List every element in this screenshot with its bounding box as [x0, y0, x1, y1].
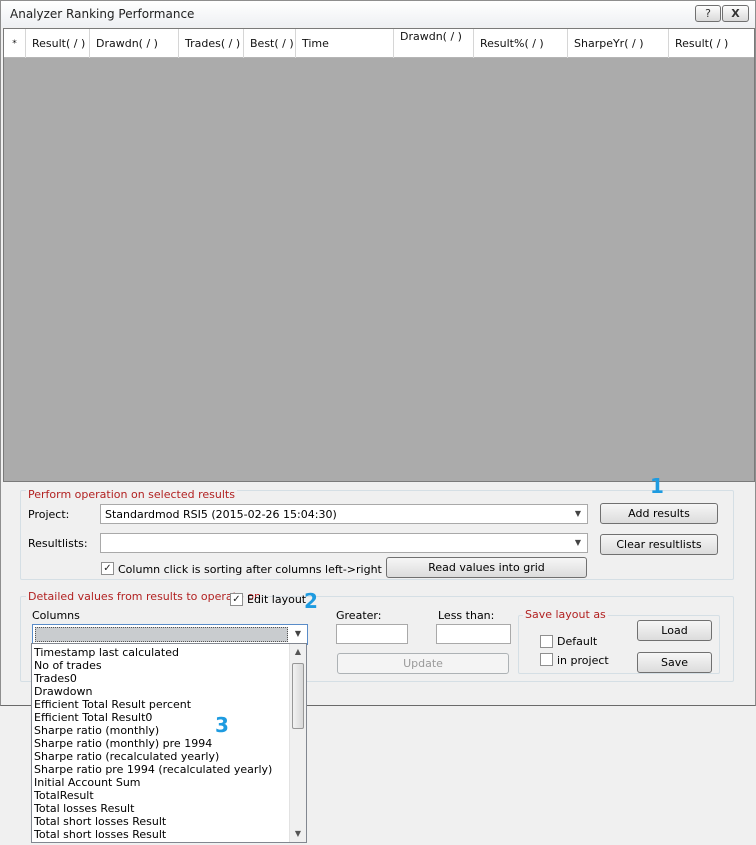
read-values-button[interactable]: Read values into grid: [386, 557, 587, 578]
scroll-up-icon[interactable]: ▲: [290, 644, 306, 660]
annotation-marker-1: 1: [650, 474, 664, 498]
analyzer-window: Analyzer Ranking Performance ? X * Resul…: [0, 0, 756, 706]
dropdown-scrollbar[interactable]: ▲ ▼: [289, 644, 306, 842]
project-label: Project:: [28, 508, 70, 521]
update-button[interactable]: Update: [337, 653, 509, 674]
project-value: Standardmod RSI5 (2015-02-26 15:04:30): [105, 508, 337, 521]
column-header-time[interactable]: Time: [296, 29, 394, 58]
dropdown-item[interactable]: Sharpe ratio (monthly): [34, 724, 159, 737]
save-layout-legend: Save layout as: [523, 608, 608, 621]
edit-layout-label: Edit layout: [247, 593, 307, 606]
dropdown-item[interactable]: No of trades: [34, 659, 102, 672]
greater-input[interactable]: [336, 624, 408, 644]
dropdown-item[interactable]: Sharpe ratio (recalculated yearly): [34, 750, 219, 763]
greater-label: Greater:: [336, 609, 382, 622]
chevron-down-icon[interactable]: ▼: [571, 507, 585, 521]
dropdown-item[interactable]: Efficient Total Result0: [34, 711, 152, 724]
column-header-best[interactable]: Best( / ): [244, 29, 296, 58]
column-header-sharpe-yr[interactable]: SharpeYr( / ): [568, 29, 669, 58]
column-header-result-2[interactable]: Result( / ): [669, 29, 754, 58]
default-checkbox[interactable]: [540, 635, 553, 648]
default-label: Default: [557, 635, 598, 648]
window-title: Analyzer Ranking Performance: [10, 7, 195, 21]
sort-checkbox-label: Column click is sorting after columns le…: [118, 563, 382, 576]
dropdown-item[interactable]: Sharpe ratio pre 1994 (recalculated year…: [34, 763, 272, 776]
column-header-result-percent[interactable]: Result%( / ): [474, 29, 568, 58]
dropdown-item[interactable]: Total losses Result: [34, 802, 134, 815]
dropdown-item[interactable]: Initial Account Sum: [34, 776, 141, 789]
results-grid[interactable]: * Result( / ) Drawdn( / ) Trades( / ) Be…: [3, 28, 755, 482]
column-header-trades[interactable]: Trades( / ): [179, 29, 244, 58]
column-header-result[interactable]: Result( / ): [26, 29, 90, 58]
scroll-down-icon[interactable]: ▼: [290, 826, 306, 842]
columns-dropdown-list[interactable]: Timestamp last calculated No of trades Tra…: [31, 643, 307, 843]
annotation-marker-3: 3: [215, 713, 229, 737]
dropdown-item[interactable]: Sharpe ratio (monthly) pre 1994: [34, 737, 212, 750]
grid-header: * Result( / ) Drawdn( / ) Trades( / ) Be…: [4, 29, 754, 58]
clear-resultlists-button[interactable]: Clear resultlists: [600, 534, 718, 555]
less-than-label: Less than:: [438, 609, 495, 622]
project-combobox[interactable]: Standardmod RSI5 (2015-02-26 15:04:30) ▼: [100, 504, 588, 524]
columns-combobox[interactable]: ▼: [32, 624, 308, 645]
column-header-drawdn[interactable]: Drawdn( / ): [90, 29, 179, 58]
dropdown-item[interactable]: Timestamp last calculated: [34, 646, 179, 659]
close-button[interactable]: X: [722, 5, 749, 22]
less-than-input[interactable]: [436, 624, 511, 644]
chevron-down-icon[interactable]: ▼: [291, 627, 305, 641]
save-button[interactable]: Save: [637, 652, 712, 673]
grid-corner-cell[interactable]: *: [4, 29, 26, 58]
in-project-checkbox[interactable]: [540, 653, 553, 666]
in-project-label: in project: [557, 654, 609, 667]
chevron-down-icon[interactable]: ▼: [571, 536, 585, 550]
column-header-drawdn-2[interactable]: Drawdn( / ): [394, 29, 474, 58]
dropdown-item[interactable]: Total short losses Result: [34, 815, 166, 828]
dropdown-item[interactable]: Total short losses Result: [34, 828, 166, 841]
sort-checkbox[interactable]: ✓: [101, 562, 114, 575]
help-button[interactable]: ?: [695, 5, 721, 22]
dropdown-item[interactable]: Efficient Total Result percent: [34, 698, 191, 711]
resultlists-combobox[interactable]: ▼: [100, 533, 588, 553]
resultlists-label: Resultlists:: [28, 537, 88, 550]
columns-combobox-selection: [35, 627, 288, 642]
columns-label: Columns: [32, 609, 80, 622]
load-button[interactable]: Load: [637, 620, 712, 641]
perform-operation-legend: Perform operation on selected results: [26, 488, 237, 501]
scroll-thumb[interactable]: [292, 663, 304, 729]
dropdown-item[interactable]: Trades0: [34, 672, 77, 685]
title-bar: Analyzer Ranking Performance ? X: [1, 1, 755, 27]
add-results-button[interactable]: Add results: [600, 503, 718, 524]
annotation-marker-2: 2: [304, 589, 318, 613]
detailed-values-legend: Detailed values from results to operate …: [26, 590, 263, 603]
edit-layout-checkbox[interactable]: ✓: [230, 593, 243, 606]
dropdown-item[interactable]: Drawdown: [34, 685, 92, 698]
dropdown-item[interactable]: TotalResult: [34, 789, 94, 802]
